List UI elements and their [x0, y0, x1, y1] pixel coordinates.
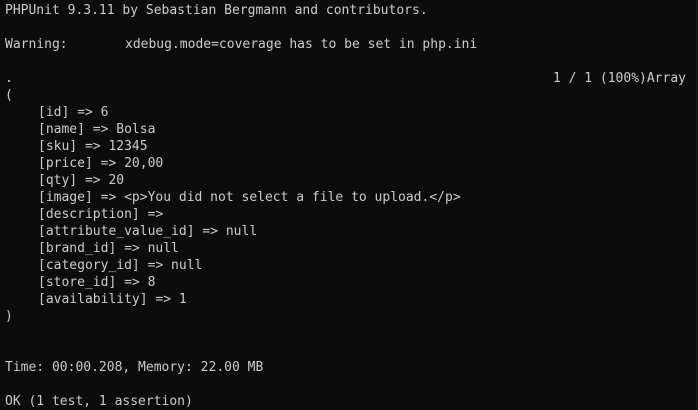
- array-entry-price: [price] => 20,00: [38, 156, 164, 171]
- array-entry-attribute-value-id: [attribute_value_id] => null: [38, 224, 258, 239]
- array-entry-qty: [qty] => 20: [38, 173, 125, 188]
- array-entry-id: [id] => 6: [38, 105, 109, 120]
- time-memory-line: Time: 00:00.208, Memory: 22.00 MB: [5, 360, 264, 375]
- array-entry-description: [description] =>: [38, 207, 164, 222]
- warning-line: Warning: xdebug.mode=coverage has to be s…: [5, 36, 698, 53]
- array-entry-name: [name] => Bolsa: [38, 122, 156, 137]
- warning-label: Warning:: [5, 37, 68, 52]
- array-entry-image: [image] => <p>You did not select a file …: [38, 190, 461, 205]
- progress-line: . 1 / 1 (100%)Array: [5, 70, 686, 87]
- warning-message: xdebug.mode=coverage has to be set in ph…: [125, 37, 478, 52]
- phpunit-version-line: PHPUnit 9.3.11 by Sebastian Bergmann and…: [5, 3, 428, 18]
- array-close-paren: ): [5, 309, 13, 324]
- array-entry-brand-id: [brand_id] => null: [38, 241, 179, 256]
- array-entry-category-id: [category_id] => null: [38, 258, 203, 273]
- array-entry-availability: [availability] => 1: [38, 292, 187, 307]
- terminal-output[interactable]: PHPUnit 9.3.11 by Sebastian Bergmann and…: [0, 0, 698, 409]
- progress-status: 1 / 1 (100%)Array: [552, 71, 686, 86]
- progress-dots: .: [5, 71, 13, 86]
- test-result-line: OK (1 test, 1 assertion): [5, 394, 193, 409]
- array-entry-sku: [sku] => 12345: [38, 139, 148, 154]
- array-entry-store-id: [store_id] => 8: [38, 275, 156, 290]
- array-open-paren: (: [5, 88, 13, 103]
